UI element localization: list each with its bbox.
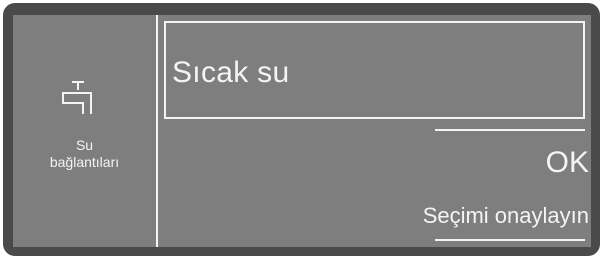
display-screen: Su bağlantıları Sıcak su OK Seçimi onayl… (13, 15, 591, 247)
selected-option-hot-water[interactable]: Sıcak su (164, 21, 585, 119)
ok-divider (435, 129, 585, 131)
confirm-selection-hint: Seçimi onaylayın (422, 203, 589, 228)
sidebar-label-line1: Su (75, 137, 94, 153)
selected-option-label: Sıcak su (172, 56, 290, 89)
sidebar-divider (156, 15, 158, 247)
water-tap-icon (62, 81, 92, 114)
device-bezel: Su bağlantıları Sıcak su OK Seçimi onayl… (3, 3, 600, 256)
bottom-divider (435, 239, 585, 241)
ok-button[interactable]: OK (453, 145, 589, 185)
sidebar-water-connections: Su bağlantıları (13, 15, 156, 247)
sidebar-label-line2: bağlantıları (49, 154, 120, 170)
